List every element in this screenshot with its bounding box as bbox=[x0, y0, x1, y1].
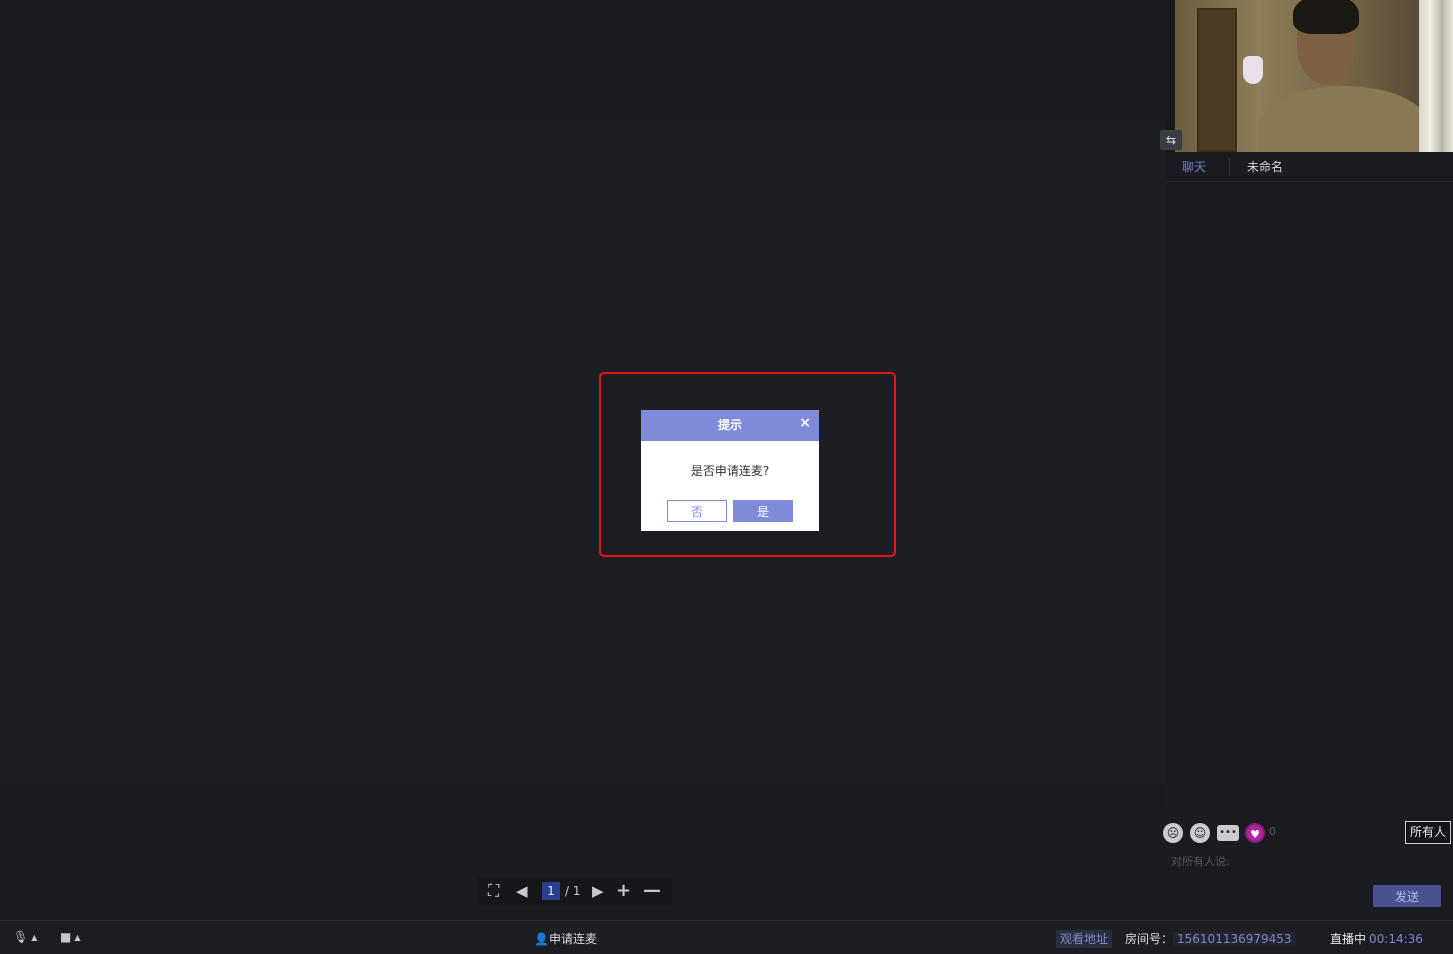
heart-count: 0 bbox=[1269, 825, 1276, 838]
presentation-stage bbox=[0, 120, 1165, 784]
confirm-dialog: 提示 × 是否申请连麦? 否 是 bbox=[641, 410, 819, 531]
webcam-door bbox=[1197, 8, 1237, 152]
send-button[interactable]: 发送 bbox=[1373, 885, 1441, 907]
live-label: 直播中 bbox=[1330, 932, 1367, 946]
total-pages: / 1 bbox=[565, 884, 581, 898]
tab-bar: 聊天 未命名 bbox=[1165, 152, 1453, 182]
caret-up-icon: ▲ bbox=[31, 933, 38, 942]
caret-up-icon: ▲ bbox=[74, 933, 81, 942]
webcam-bag bbox=[1243, 56, 1263, 84]
room-info: 房间号： 156101136979453 bbox=[1125, 930, 1296, 948]
dialog-title: 提示 bbox=[717, 418, 742, 432]
top-band bbox=[0, 0, 1175, 120]
webcam-curtain bbox=[1419, 0, 1453, 152]
dialog-header: 提示 × bbox=[641, 410, 819, 441]
sad-face-icon[interactable]: ☹ bbox=[1163, 823, 1183, 843]
next-page-icon[interactable]: ▶ bbox=[592, 881, 604, 901]
apply-mic-label: 申请连麦 bbox=[548, 932, 597, 946]
room-label: 房间号： bbox=[1125, 932, 1174, 946]
right-panel: 聊天 未命名 bbox=[1165, 152, 1453, 920]
dialog-message: 是否申请连麦? bbox=[690, 464, 770, 478]
tab-divider bbox=[1229, 158, 1230, 176]
bottom-bar: 🎙 ▲ ■ ▲ 👤申请连麦 观看地址 房间号： 156101136979453 直播中… bbox=[0, 920, 1453, 954]
mic-control[interactable]: 🎙 ▲ bbox=[13, 930, 37, 944]
person-icon: 👤 bbox=[534, 932, 549, 946]
minus-icon[interactable]: — bbox=[643, 881, 661, 901]
swap-icon[interactable]: ⇆ bbox=[1160, 130, 1182, 150]
tab-unnamed[interactable]: 未命名 bbox=[1247, 158, 1283, 175]
plus-icon[interactable]: + bbox=[616, 881, 631, 901]
fullscreen-icon[interactable]: ⛶ bbox=[488, 881, 499, 901]
webcam-person-hair bbox=[1293, 0, 1359, 34]
apply-mic-button[interactable]: 👤申请连麦 bbox=[534, 930, 597, 947]
camera-control[interactable]: ■ ▲ bbox=[60, 930, 81, 944]
heart-icon[interactable]: ♥ bbox=[1245, 823, 1265, 843]
watch-address-button[interactable]: 观看地址 bbox=[1056, 930, 1113, 948]
current-page[interactable]: 1 bbox=[542, 882, 560, 900]
smile-icon[interactable]: ☺ bbox=[1190, 823, 1210, 843]
prev-page-icon[interactable]: ◀ bbox=[516, 881, 528, 901]
page-toolbar: ⛶ ◀ 1 / 1 ▶ + — bbox=[478, 877, 672, 905]
chat-input[interactable] bbox=[1171, 852, 1371, 870]
microphone-icon: 🎙 bbox=[13, 930, 29, 944]
chat-composer: ☹ ☺ ••• ♥ 0 所有人 发送 bbox=[1158, 814, 1453, 920]
webcam-video[interactable] bbox=[1175, 0, 1453, 152]
camera-icon: ■ bbox=[60, 930, 72, 944]
live-timer: 00:14:36 bbox=[1369, 932, 1423, 946]
no-button[interactable]: 否 bbox=[667, 500, 727, 522]
yes-button[interactable]: 是 bbox=[733, 500, 793, 522]
close-icon[interactable]: × bbox=[799, 415, 811, 431]
room-number: 156101136979453 bbox=[1173, 932, 1296, 946]
tab-chat[interactable]: 聊天 bbox=[1182, 158, 1206, 175]
live-status: 直播中 00:14:36 bbox=[1330, 930, 1423, 948]
recipient-select[interactable]: 所有人 bbox=[1405, 821, 1451, 844]
chat-bubble-icon[interactable]: ••• bbox=[1217, 825, 1239, 841]
